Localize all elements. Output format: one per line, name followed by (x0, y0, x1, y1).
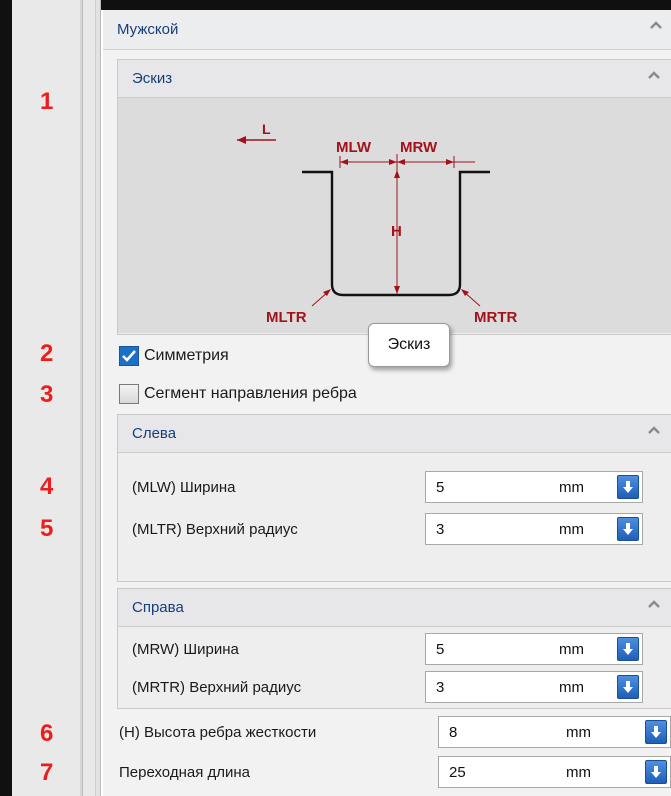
symmetry-checkbox[interactable] (119, 346, 139, 366)
callout-5: 5 (40, 515, 54, 542)
transition-row: Переходная длина 25 mm (103, 756, 671, 790)
h-label: H (391, 223, 402, 240)
mltr-input[interactable]: 3 mm (425, 513, 643, 545)
right-group-header[interactable]: Справа (118, 589, 671, 627)
mlw-row: (MLW) Ширина 5 mm (118, 471, 671, 505)
mlw-left-arrow (340, 159, 348, 165)
mrtr-input[interactable]: 3 mm (425, 671, 643, 703)
callout-2: 2 (40, 340, 54, 367)
right-group: Справа (MRW) Ширина 5 mm (MRTR) Верхний … (117, 588, 671, 709)
mrw-label: MRW (400, 139, 438, 156)
transition-value: 25 (449, 764, 466, 781)
dropdown-arrow-icon[interactable] (617, 517, 639, 541)
symmetry-checkbox-row[interactable]: Симметрия (119, 344, 229, 368)
height-row: (H) Высота ребра жесткости 8 mm (103, 716, 671, 750)
sketch-collapse-chevron-icon[interactable] (647, 70, 661, 80)
right-group-title: Справа (132, 599, 184, 616)
sketch-title: Эскиз (132, 70, 173, 87)
mrw-right-arrow (446, 159, 454, 165)
panel-edge (95, 0, 101, 796)
callout-1: 1 (40, 88, 54, 115)
mlw-field-label: (MLW) Ширина (132, 479, 236, 496)
properties-panel: Мужской Эскиз L MLW MRW H MLTR MRTR Симм… (103, 10, 671, 796)
mrw-field-label: (MRW) Ширина (132, 641, 239, 658)
mlw-unit: mm (559, 479, 584, 496)
mrtr-field-label: (MRTR) Верхний радиус (132, 679, 302, 696)
section-title: Мужской (117, 21, 179, 38)
mlw-right-arrow (389, 159, 397, 165)
mlw-input[interactable]: 5 mm (425, 471, 643, 503)
mrw-input[interactable]: 5 mm (425, 633, 643, 665)
l-arrow-head (237, 136, 246, 144)
left-collapse-chevron-icon[interactable] (647, 425, 661, 435)
stiffener-sketch-diagram: L MLW MRW H MLTR MRTR (237, 121, 517, 326)
callout-7: 7 (40, 759, 54, 786)
symmetry-label: Симметрия (144, 347, 229, 364)
mrtr-value: 3 (436, 679, 445, 696)
window-left-border (0, 0, 12, 796)
mrw-unit: mm (559, 641, 584, 658)
left-group-header[interactable]: Слева (118, 415, 671, 453)
dropdown-arrow-icon[interactable] (617, 675, 639, 699)
dropdown-arrow-icon[interactable] (645, 760, 667, 784)
height-input[interactable]: 8 mm (438, 716, 671, 748)
mrtr-label: MRTR (474, 309, 517, 326)
segment-label: Сегмент направления ребра (144, 385, 357, 402)
height-bottom-arrow (394, 286, 400, 294)
dropdown-arrow-icon[interactable] (617, 637, 639, 661)
mlw-label: MLW (336, 139, 372, 156)
height-unit: mm (566, 724, 591, 741)
sketch-drawing-area: L MLW MRW H MLTR MRTR (118, 98, 671, 333)
height-field-label: (H) Высота ребра жесткости (119, 724, 317, 741)
mrw-left-arrow (397, 159, 405, 165)
height-top-arrow (394, 170, 400, 178)
mrw-row: (MRW) Ширина 5 mm (118, 633, 671, 667)
mltr-field-label: (MLTR) Верхний радиус (132, 521, 298, 538)
transition-input[interactable]: 25 mm (438, 756, 671, 788)
callout-6: 6 (40, 720, 54, 747)
mrtr-unit: mm (559, 679, 584, 696)
segment-checkbox-row[interactable]: Сегмент направления ребра (119, 382, 357, 406)
mrw-value: 5 (436, 641, 445, 658)
sketch-header[interactable]: Эскиз (118, 60, 671, 98)
mltr-unit: mm (559, 521, 584, 538)
dropdown-arrow-icon[interactable] (617, 475, 639, 499)
height-value: 8 (449, 724, 458, 741)
sketch-group: Эскиз L MLW MRW H MLTR MRTR (117, 59, 671, 335)
left-group: Слева (MLW) Ширина 5 mm (MLTR) Верхний р… (117, 414, 671, 582)
callout-3: 3 (40, 381, 54, 408)
mltr-value: 3 (436, 521, 445, 538)
callout-4: 4 (40, 473, 54, 500)
section-header-male[interactable]: Мужской (103, 10, 671, 50)
mrtr-row: (MRTR) Верхний радиус 3 mm (118, 671, 671, 705)
mltr-label: MLTR (266, 309, 307, 326)
mltr-row: (MLTR) Верхний радиус 3 mm (118, 513, 671, 547)
gutter-divider (80, 0, 83, 796)
mlw-value: 5 (436, 479, 445, 496)
transition-unit: mm (566, 764, 591, 781)
segment-checkbox[interactable] (119, 384, 139, 404)
left-group-title: Слева (132, 425, 177, 442)
collapse-chevron-icon[interactable] (649, 20, 663, 30)
dropdown-arrow-icon[interactable] (645, 720, 667, 744)
right-collapse-chevron-icon[interactable] (647, 599, 661, 609)
checkmark-icon (122, 350, 136, 362)
transition-field-label: Переходная длина (119, 764, 251, 781)
sketch-tooltip: Эскиз (368, 323, 450, 367)
l-label: L (262, 121, 271, 137)
